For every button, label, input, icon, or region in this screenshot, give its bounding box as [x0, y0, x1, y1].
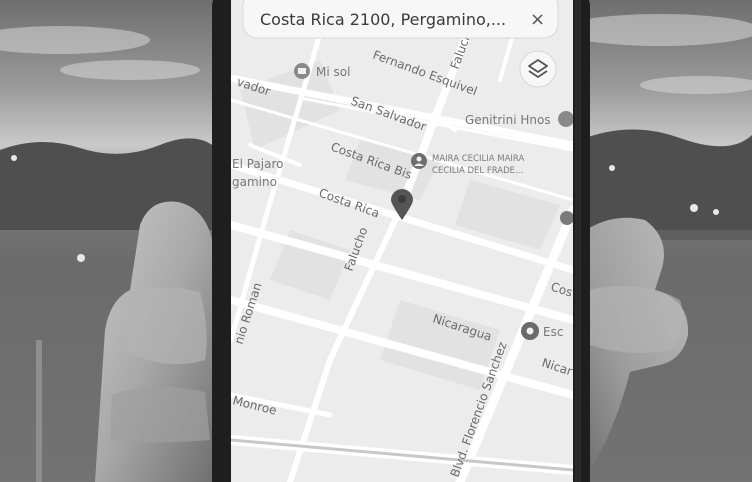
close-icon[interactable]: × — [530, 9, 545, 30]
poi-esc[interactable]: Esc — [521, 322, 563, 340]
place-icon[interactable] — [560, 211, 574, 225]
poi-label-esc: Esc — [543, 325, 563, 339]
search-query-text[interactable]: Costa Rica 2100, Pergamino,... — [260, 10, 506, 29]
poi-label-genitrini: Genitrini Hnos — [465, 113, 551, 127]
poi-label-mi-sol: Mi sol — [316, 65, 350, 79]
poi-label-maira-2: CECILIA DEL FRADE... — [432, 166, 523, 176]
photo-canvas: Fernando Esquivel Falucho vador San Salv… — [0, 0, 752, 482]
poi-mi-sol[interactable]: Mi sol — [294, 63, 350, 79]
poi-label-maira-1: MAIRA CECILIA MAIRA — [432, 154, 524, 164]
photo-scene: Fernando Esquivel Falucho vador San Salv… — [0, 0, 752, 482]
phone-screen: Fernando Esquivel Falucho vador San Salv… — [231, 0, 574, 482]
poi-label-gamino: gamino — [232, 175, 277, 189]
phone-bezel-edge — [575, 0, 581, 482]
place-icon — [558, 111, 573, 127]
layers-button[interactable] — [519, 50, 557, 88]
poi-label-el-pajaro: El Pajaro — [232, 157, 283, 171]
search-bar[interactable]: Costa Rica 2100, Pergamino,... × — [242, 0, 559, 39]
pole — [36, 340, 42, 482]
